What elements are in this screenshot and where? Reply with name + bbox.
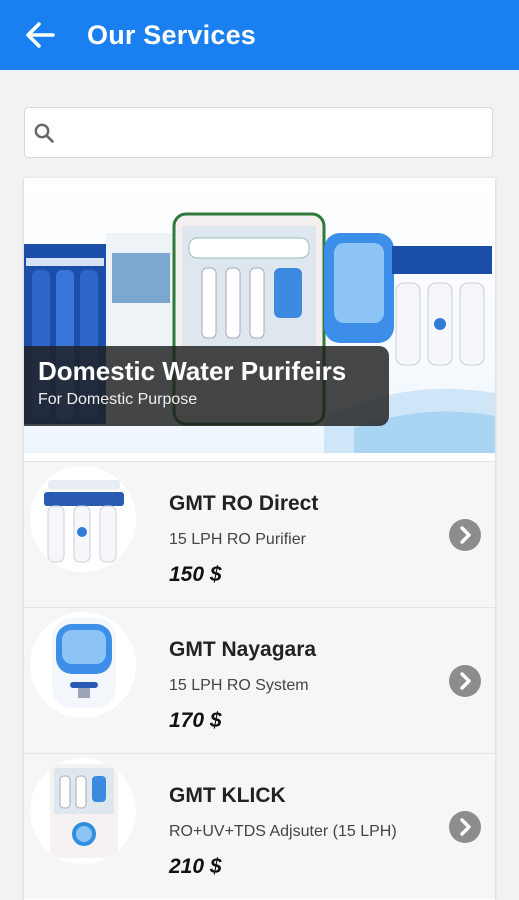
- product-name: GMT Nayagara: [169, 638, 317, 661]
- banner-subtitle: For Domestic Purpose: [38, 391, 198, 408]
- product-price: 150 $: [169, 563, 222, 586]
- app-bar: Our Services: [0, 0, 519, 70]
- product-list: GMT RO Direct 15 LPH RO Purifier 150 $ G…: [24, 461, 495, 899]
- page-title: Our Services: [87, 19, 257, 50]
- search-input[interactable]: [55, 108, 492, 157]
- category-banner[interactable]: Domestic Water Purifeirs For Domestic Pu…: [24, 178, 495, 453]
- product-description: 15 LPH RO System: [169, 677, 309, 694]
- product-image: [30, 612, 136, 718]
- search-icon: [33, 122, 55, 144]
- back-button[interactable]: [20, 15, 60, 55]
- product-description: 15 LPH RO Purifier: [169, 531, 306, 548]
- product-price: 170 $: [169, 709, 222, 732]
- product-description: RO+UV+TDS Adjsuter (15 LPH): [169, 823, 397, 840]
- arrow-left-icon: [26, 22, 55, 48]
- product-item-gmt-ro-direct[interactable]: GMT RO Direct 15 LPH RO Purifier 150 $: [24, 461, 495, 607]
- services-card: Domestic Water Purifeirs For Domestic Pu…: [24, 178, 495, 900]
- product-image: [30, 466, 136, 572]
- product-item-gmt-klick[interactable]: GMT KLICK RO+UV+TDS Adjsuter (15 LPH) 21…: [24, 753, 495, 899]
- banner-caption: Domestic Water Purifeirs For Domestic Pu…: [24, 346, 389, 426]
- product-image: [30, 758, 136, 864]
- product-name: GMT RO Direct: [169, 492, 319, 515]
- chevron-right-icon[interactable]: [449, 519, 481, 551]
- product-item-gmt-nayagara[interactable]: GMT Nayagara 15 LPH RO System 170 $: [24, 607, 495, 753]
- search-bar: [24, 107, 493, 158]
- chevron-right-icon[interactable]: [449, 811, 481, 843]
- chevron-right-icon[interactable]: [449, 665, 481, 697]
- product-name: GMT KLICK: [169, 784, 286, 807]
- product-price: 210 $: [169, 855, 222, 878]
- banner-title: Domestic Water Purifeirs: [38, 356, 347, 386]
